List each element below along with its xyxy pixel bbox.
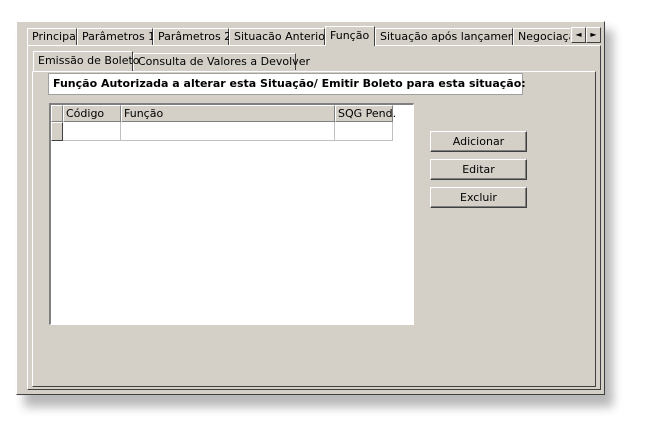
cell-sqg-pend[interactable] xyxy=(335,122,393,141)
sub-tab-strip: Emissão de Boleto Consulta de Valores a … xyxy=(33,51,593,71)
column-header-sqg-pend[interactable]: SQG Pend. xyxy=(335,105,396,122)
tab-parametros-1[interactable]: Parâmetros 1 xyxy=(77,28,155,45)
tab-negociacao[interactable]: Negociaçã xyxy=(513,28,570,45)
column-header-codigo[interactable]: Código xyxy=(63,105,121,122)
tab-parametros-2[interactable]: Parâmetros 2 xyxy=(153,28,231,45)
tab-situacao-anterior[interactable]: Situacão Anterior xyxy=(229,28,330,45)
cell-funcao[interactable] xyxy=(121,122,335,141)
funcao-page: Emissão de Boleto Consulta de Valores a … xyxy=(27,45,601,390)
dialog-window: Principal Parâmetros 1 Parâmetros 2 Situ… xyxy=(16,21,605,395)
tab-situacao-apos-lancamento[interactable]: Situação após lançamento xyxy=(375,28,526,45)
funcao-grid[interactable]: Código Função SQG Pend. xyxy=(49,103,414,325)
scroll-right-icon[interactable]: ► xyxy=(586,27,601,43)
scroll-left-icon[interactable]: ◄ xyxy=(571,27,586,43)
tab-principal[interactable]: Principal xyxy=(27,28,79,45)
subtab-consulta-valores-devolver[interactable]: Consulta de Valores a Devolver xyxy=(133,53,310,70)
main-tab-strip: Principal Parâmetros 1 Parâmetros 2 Situ… xyxy=(27,26,570,46)
add-button[interactable]: Adicionar xyxy=(430,131,527,152)
delete-button[interactable]: Excluir xyxy=(430,187,527,208)
panel-title: Função Autorizada a alterar esta Situaçã… xyxy=(48,73,526,95)
subtab-emissao-de-boleto[interactable]: Emissão de Boleto xyxy=(33,51,140,71)
row-indicator[interactable] xyxy=(51,122,63,141)
emissao-boleto-page: Função Autorizada a alterar esta Situaçã… xyxy=(32,71,596,387)
column-header-funcao[interactable]: Função xyxy=(121,105,335,122)
grid-corner xyxy=(51,105,63,122)
edit-button[interactable]: Editar xyxy=(430,159,527,180)
cell-codigo[interactable] xyxy=(63,122,121,141)
tab-funcao[interactable]: Função xyxy=(325,26,375,46)
